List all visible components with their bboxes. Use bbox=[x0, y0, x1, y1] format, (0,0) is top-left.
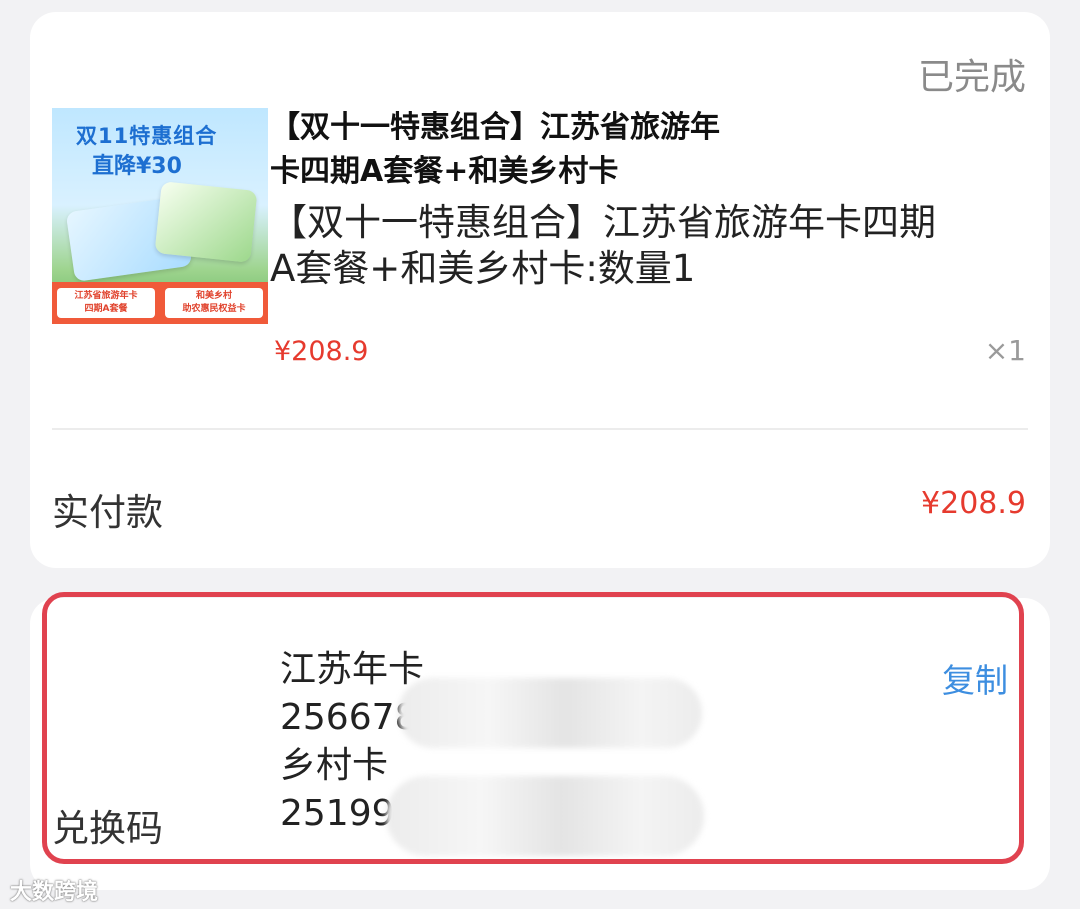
thumbnail-headline: 双11特惠组合 bbox=[76, 124, 218, 148]
watermark: 大数跨境 bbox=[10, 880, 99, 905]
thumbnail-discount: 直降¥30 bbox=[92, 154, 182, 179]
product-title[interactable]: 【双十一特惠组合】江苏省旅游年 卡四期A套餐+和美乡村卡 bbox=[270, 106, 830, 194]
thumbnail-label-left: 江苏省旅游年卡 四期A套餐 bbox=[57, 288, 155, 318]
product-quantity: ×1 bbox=[984, 334, 1026, 367]
paid-label: 实付款 bbox=[52, 491, 163, 534]
thumbnail-label-right: 和美乡村 助农惠民权益卡 bbox=[165, 288, 263, 318]
order-status: 已完成 bbox=[917, 57, 1026, 98]
divider bbox=[52, 428, 1028, 430]
product-thumbnail[interactable]: 双11特惠组合 直降¥30 江苏省旅游年卡 四期A套餐 和美乡村 助农惠民权益卡 bbox=[52, 108, 268, 324]
paid-amount: ¥208.9 bbox=[921, 486, 1026, 521]
product-spec: 【双十一特惠组合】江苏省旅游年卡四期 A套餐+和美乡村卡:数量1 bbox=[270, 201, 936, 290]
product-price: ¥208.9 bbox=[274, 336, 369, 367]
thumbnail-card-image bbox=[154, 181, 258, 263]
highlight-box bbox=[42, 592, 1024, 864]
thumbnail-banner: 江苏省旅游年卡 四期A套餐 和美乡村 助农惠民权益卡 bbox=[52, 282, 268, 324]
order-card: 已完成 双11特惠组合 直降¥30 江苏省旅游年卡 四期A套餐 和美乡村 助农惠… bbox=[30, 12, 1050, 568]
